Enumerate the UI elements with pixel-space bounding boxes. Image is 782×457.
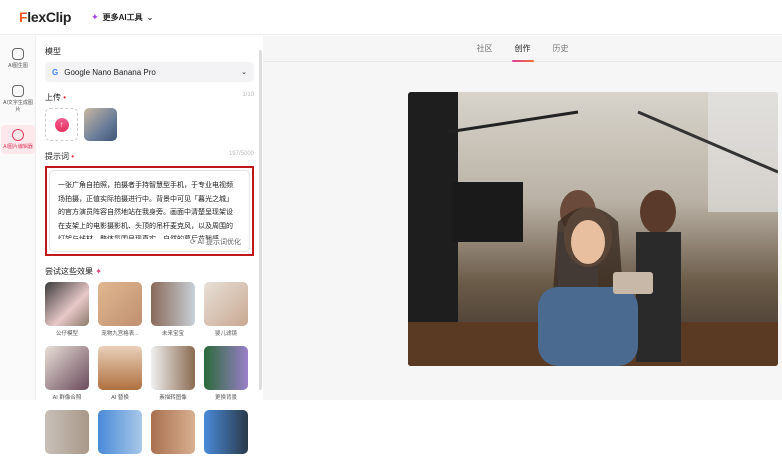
effect-card[interactable]: AI 群像合照 [45, 346, 89, 401]
sparkle-icon: ✦ [95, 267, 102, 276]
effect-card[interactable] [45, 410, 89, 457]
prompt-label: 提示词 • [45, 152, 75, 161]
effect-thumbnail [45, 410, 89, 454]
model-select[interactable]: G Google Nano Banana Pro ⌄ [45, 62, 254, 82]
tab-create[interactable]: 创作 [511, 43, 534, 62]
effect-thumbnail [151, 346, 195, 390]
prompt-highlight: 一张广角自拍照，拍摄者手持智慧型手机，于专业电视频场拍摄，正值实际拍摄进行中。背… [45, 166, 254, 256]
chevron-down-icon: ⌄ [241, 69, 247, 76]
sidebar-item-image-to-image[interactable]: AI图生图 [1, 44, 35, 73]
flexclip-logo[interactable]: FlexClip [19, 9, 71, 25]
effect-thumbnail [204, 282, 248, 326]
effect-thumbnail [98, 410, 142, 454]
effect-thumbnail [204, 410, 248, 454]
effect-thumbnail [151, 282, 195, 326]
effect-card[interactable]: 更换背景 [204, 346, 248, 401]
prompt-textarea[interactable]: 一张广角自拍照，拍摄者手持智慧型手机，于专业电视频场拍摄，正值实际拍摄进行中。背… [49, 170, 250, 252]
tab-history[interactable]: 历史 [553, 43, 569, 62]
upload-label: 上传 • [45, 93, 67, 102]
settings-panel: 模型 G Google Nano Banana Pro ⌄ 上传 • 1/10 ↑… [37, 36, 262, 454]
uploaded-image-thumbnail[interactable] [84, 108, 117, 141]
effect-card[interactable]: 素描转图像 [151, 346, 195, 401]
smile-icon [12, 129, 24, 141]
sparkle-icon: ✦ [91, 11, 99, 22]
prompt-count: 197/5000 [228, 151, 254, 157]
effect-card[interactable]: 未来宝宝 [151, 282, 195, 337]
sidebar-item-image-editor[interactable]: AI图片编辑器 [1, 125, 35, 154]
effect-card[interactable] [98, 410, 142, 457]
upload-button[interactable]: ↑ [45, 108, 78, 141]
effect-thumbnail [98, 346, 142, 390]
google-icon: G [52, 67, 59, 77]
sidebar: AI图生图 AI文字生成图片 AI图片编辑器 [0, 36, 36, 400]
image-icon [12, 48, 24, 60]
effect-label: 宠物九宫格表... [101, 331, 139, 337]
film-set-selfie-illustration [408, 92, 778, 366]
chevron-down-icon: ⌄ [146, 12, 154, 22]
effect-card[interactable]: AI 替换 [98, 346, 142, 401]
try-effects-heading: 尝试这些效果 ✦ [45, 267, 102, 276]
effect-thumbnail [204, 346, 248, 390]
effects-grid: 公仔模型 宠物九宫格表... 未来宝宝 婴儿滤镜 AI 群像合照 AI 替换 素描转图像 更换… [45, 282, 254, 457]
main-area: 社区 创作 历史 [263, 36, 782, 400]
effect-card[interactable]: 婴儿滤镜 [204, 282, 248, 337]
effect-label: 婴儿滤镜 [214, 331, 237, 337]
effect-thumbnail [45, 282, 89, 326]
model-label: 模型 [45, 47, 61, 56]
effect-card[interactable] [204, 410, 248, 457]
edit-image-icon [12, 85, 24, 97]
tab-community[interactable]: 社区 [477, 43, 493, 62]
ai-prompt-optimize-button[interactable]: ⟳ AI 提示词优化 [190, 237, 241, 247]
effect-card[interactable] [151, 410, 195, 457]
effect-label: 未来宝宝 [161, 331, 184, 337]
upload-count: 1/10 [242, 92, 254, 98]
effect-thumbnail [98, 282, 142, 326]
top-bar: FlexClip ✦ 更多AI工具 ⌄ [0, 0, 782, 35]
effect-card[interactable]: 公仔模型 [45, 282, 89, 337]
effect-label: 公仔模型 [55, 331, 78, 337]
effect-thumbnail [45, 346, 89, 390]
more-ai-tools-label: 更多AI工具 [102, 12, 143, 22]
effect-thumbnail [151, 410, 195, 454]
tabs: 社区 创作 历史 [263, 36, 782, 62]
panel-scrollbar[interactable] [259, 50, 262, 390]
upload-icon: ↑ [54, 117, 69, 132]
effect-card[interactable]: 宠物九宫格表... [98, 282, 142, 337]
more-ai-tools-menu[interactable]: ✦ 更多AI工具 ⌄ [91, 12, 153, 23]
generated-image[interactable] [408, 92, 778, 366]
sidebar-item-text-to-image[interactable]: AI文字生成图片 [1, 81, 35, 117]
